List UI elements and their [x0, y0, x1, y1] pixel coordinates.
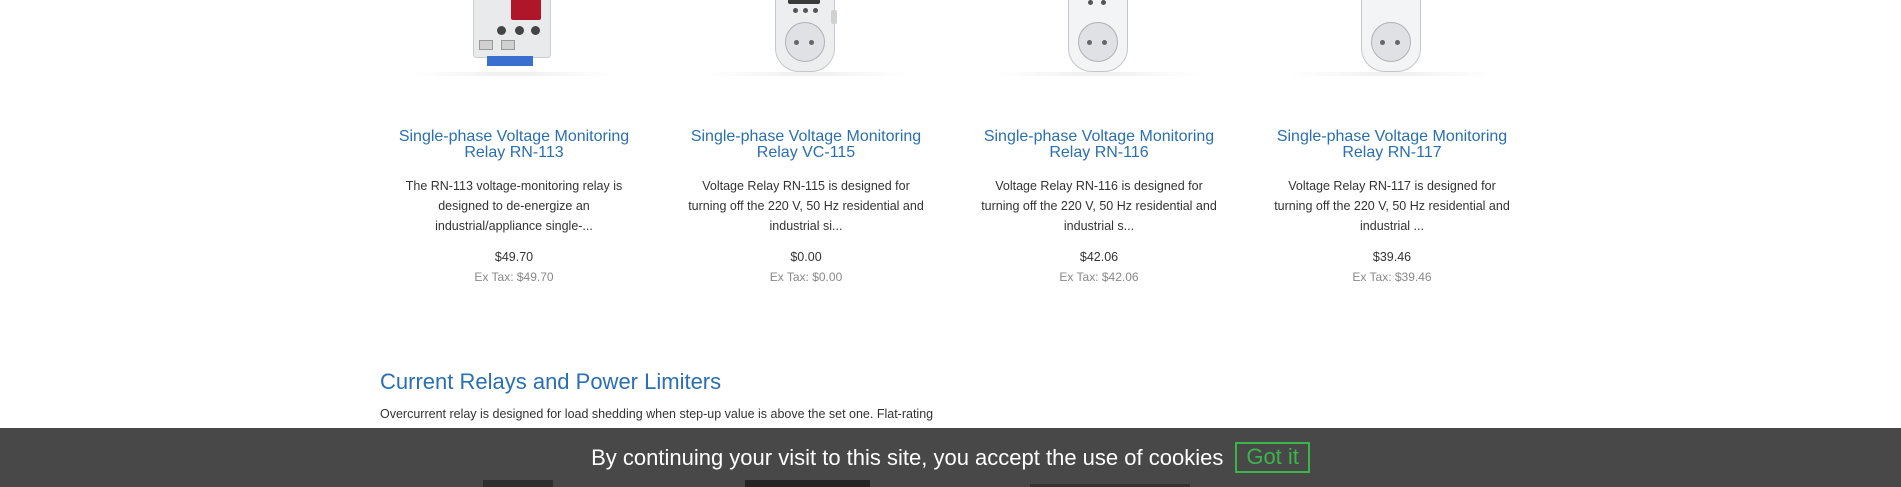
- product-ex-tax-price: Ex Tax: $42.06: [1059, 270, 1139, 284]
- product-description: Voltage Relay RN-116 is designed for tur…: [981, 179, 1217, 233]
- product-price: $39.46: [1372, 250, 1412, 264]
- product-image[interactable]: [1261, 0, 1523, 80]
- product-grid: Single-phase Voltage Monitoring Relay RN…: [380, 0, 1550, 300]
- product-ex-tax-price: Ex Tax: $39.46: [1352, 270, 1432, 284]
- din-rail-relay-image: [467, 0, 555, 72]
- product-title-link[interactable]: Single-phase Voltage Monitoring Relay RN…: [383, 129, 645, 161]
- product-card: Single-phase Voltage Monitoring Relay RN…: [1261, 0, 1523, 286]
- cookie-accept-button[interactable]: Got it: [1235, 442, 1310, 473]
- product-title-link[interactable]: Single-phase Voltage Monitoring Relay VC…: [675, 129, 937, 161]
- category-title[interactable]: Current Relays and Power Limiters: [380, 368, 721, 396]
- product-card: Single-phase Voltage Monitoring Relay VC…: [675, 0, 937, 286]
- cookie-message: By continuing your visit to this site, y…: [591, 444, 1224, 470]
- product-card: Single-phase Voltage Monitoring Relay RN…: [968, 0, 1230, 286]
- product-image[interactable]: [968, 0, 1230, 80]
- category-description: Overcurrent relay is designed for load s…: [380, 407, 934, 421]
- plug-in-relay-image: [755, 0, 855, 80]
- product-title-link[interactable]: Single-phase Voltage Monitoring Relay RN…: [1261, 129, 1523, 161]
- product-description: The RN-113 voltage-monitoring relay is d…: [405, 179, 623, 233]
- product-image[interactable]: [675, 0, 937, 80]
- cookie-consent-bar: By continuing your visit to this site, y…: [0, 428, 1901, 487]
- product-ex-tax-price: Ex Tax: $49.70: [474, 270, 554, 284]
- plug-in-relay-image: [1048, 0, 1148, 80]
- product-title-link[interactable]: Single-phase Voltage Monitoring Relay RN…: [968, 129, 1230, 161]
- product-description: Voltage Relay RN-115 is designed for tur…: [688, 179, 924, 233]
- product-description: Voltage Relay RN-117 is designed for tur…: [1274, 179, 1510, 233]
- product-image[interactable]: [383, 0, 645, 80]
- plug-in-relay-image: [1341, 0, 1441, 80]
- product-card: Single-phase Voltage Monitoring Relay RN…: [383, 0, 645, 286]
- product-price: $0.00: [790, 250, 822, 264]
- product-ex-tax-price: Ex Tax: $0.00: [769, 270, 843, 284]
- product-price: $42.06: [1079, 250, 1119, 264]
- product-price: $49.70: [494, 250, 534, 264]
